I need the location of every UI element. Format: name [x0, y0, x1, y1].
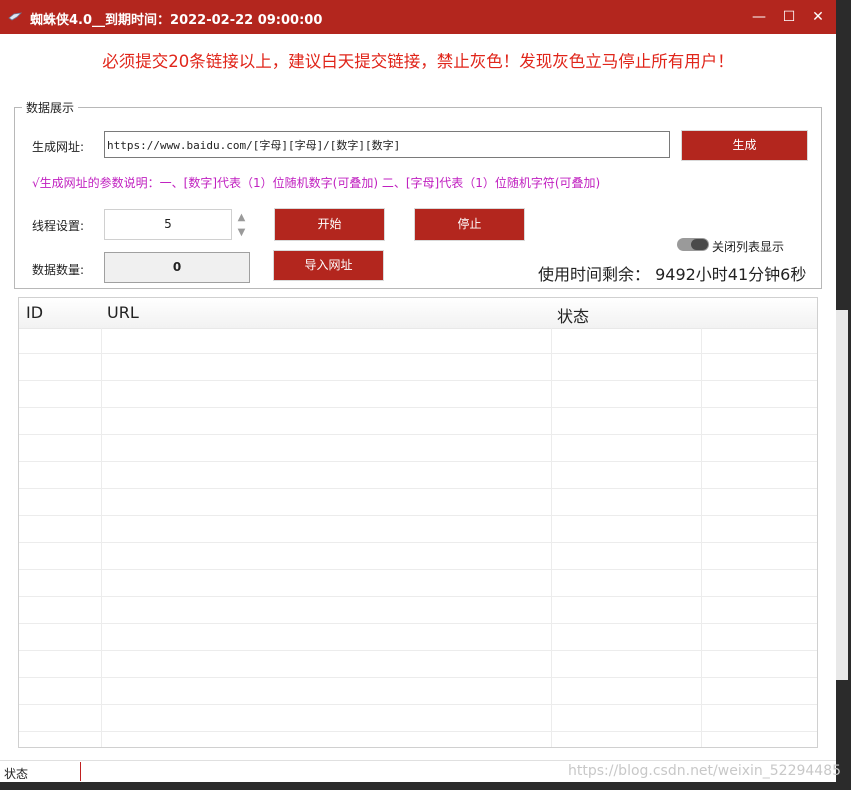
row-divider: [19, 731, 817, 732]
group-legend: 数据展示: [22, 99, 79, 116]
row-divider: [19, 488, 817, 489]
row-divider: [19, 407, 817, 408]
import-urls-button[interactable]: 导入网址: [273, 250, 384, 281]
start-button[interactable]: 开始: [274, 208, 385, 241]
main-window: 蜘蛛侠4.0__到期时间：2022-02-22 09:00:00 — ☐ ✕ 必…: [0, 0, 836, 782]
triangle-down-icon[interactable]: ▼: [233, 225, 250, 240]
minimize-button[interactable]: —: [742, 0, 776, 34]
threads-label: 线程设置:: [32, 219, 85, 233]
stop-button[interactable]: 停止: [414, 208, 525, 241]
background-scrollbar: [836, 310, 848, 680]
remaining-time-text: 使用时间剩余： 9492小时41分钟6秒: [538, 265, 807, 284]
row-divider: [19, 353, 817, 354]
threads-input[interactable]: 5: [104, 209, 232, 240]
row-divider: [19, 434, 817, 435]
row-divider: [19, 380, 817, 381]
url-hint-text: √生成网址的参数说明：一、[数字]代表（1）位随机数字(可叠加) 二、[字母]代…: [32, 176, 601, 190]
column-divider: [551, 328, 552, 747]
count-label: 数据数量:: [32, 263, 85, 277]
column-divider: [101, 328, 102, 747]
notice-banner: 必须提交20条链接以上，建议白天提交链接，禁止灰色！发现灰色立马停止所有用户！: [102, 52, 734, 71]
status-separator: [80, 762, 81, 781]
row-divider: [19, 542, 817, 543]
status-label: 状态: [4, 767, 29, 781]
row-divider: [19, 515, 817, 516]
data-table[interactable]: ID URL 状态: [18, 297, 818, 748]
toggle-label: 关闭列表显示: [712, 240, 785, 254]
count-value: 0: [104, 252, 250, 283]
window-title: 蜘蛛侠4.0__到期时间：2022-02-22 09:00:00: [30, 13, 323, 28]
row-divider: [19, 569, 817, 570]
column-header-status[interactable]: 状态: [557, 303, 589, 327]
watermark-text: https://blog.csdn.net/weixin_52294485: [568, 763, 842, 779]
url-input[interactable]: https://www.baidu.com/[字母][字母]/[数字][数字]: [104, 131, 670, 158]
column-divider: [701, 328, 702, 747]
column-header-url[interactable]: URL: [107, 303, 139, 322]
url-label: 生成网址:: [32, 140, 85, 154]
close-button[interactable]: ✕: [801, 0, 835, 34]
title-bar[interactable]: 蜘蛛侠4.0__到期时间：2022-02-22 09:00:00 — ☐ ✕: [0, 0, 836, 34]
generate-button[interactable]: 生成: [681, 130, 808, 161]
row-divider: [19, 704, 817, 705]
row-divider: [19, 596, 817, 597]
toggle-knob: [691, 239, 708, 250]
row-divider: [19, 623, 817, 624]
row-divider: [19, 650, 817, 651]
column-header-id[interactable]: ID: [26, 303, 43, 322]
table-header: ID URL 状态: [19, 298, 817, 329]
triangle-up-icon[interactable]: ▲: [233, 210, 250, 225]
spider-app-icon: [8, 12, 22, 21]
row-divider: [19, 461, 817, 462]
list-display-toggle[interactable]: [677, 238, 709, 251]
row-divider: [19, 677, 817, 678]
